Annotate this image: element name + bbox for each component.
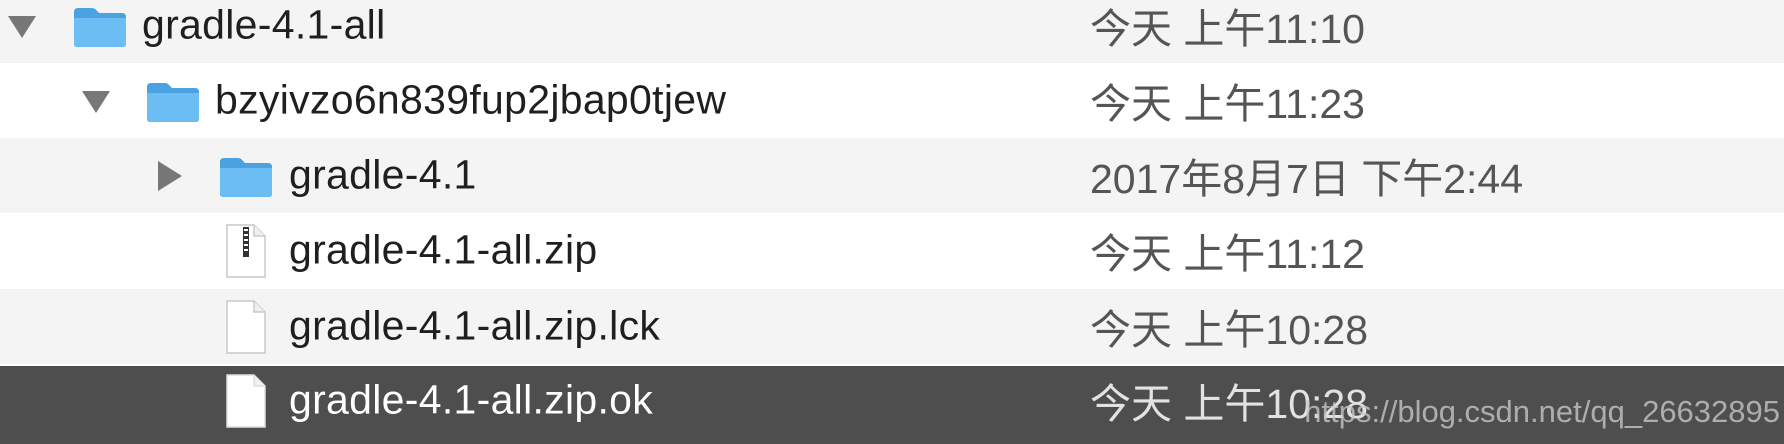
document-icon (226, 299, 266, 354)
document-icon (226, 374, 266, 428)
folder-icon (74, 7, 126, 47)
file-list: gradle-4.1-all 今天 上午11:10 bzyivzo6n839fu… (0, 0, 1784, 444)
row-name: gradle-4.1 (289, 151, 477, 198)
row-name: gradle-4.1-all (142, 1, 386, 48)
folder-icon (147, 82, 199, 122)
row-date: 2017年8月7日 下午2:44 (1090, 155, 1524, 202)
zip-file-icon (226, 223, 266, 278)
disclosure-expanded-icon[interactable] (82, 90, 110, 113)
row-name: gradle-4.1-all.zip (289, 226, 598, 273)
list-row-gradle-4.1[interactable]: gradle-4.1 2017年8月7日 下午2:44 (0, 138, 1784, 213)
row-date: 今天 上午11:12 (1090, 230, 1365, 277)
disclosure-collapsed-icon[interactable] (158, 160, 182, 191)
watermark-text: https://blog.csdn.net/qq_26632895 (1304, 394, 1780, 429)
list-row-bzyivzo6n839fup2jbap0tjew[interactable]: bzyivzo6n839fup2jbap0tjew 今天 上午11:23 (0, 63, 1784, 138)
disclosure-expanded-icon[interactable] (8, 15, 36, 38)
list-row-gradle-4.1-all-zip[interactable]: gradle-4.1-all.zip 今天 上午11:12 (0, 213, 1784, 288)
row-name: gradle-4.1-all.zip.ok (289, 376, 654, 423)
row-date: 今天 上午10:28 (1090, 306, 1368, 353)
row-date: 今天 上午11:23 (1090, 80, 1365, 127)
row-name: gradle-4.1-all.zip.lck (289, 302, 661, 349)
row-date: 今天 上午11:10 (1090, 5, 1365, 52)
list-row-gradle-4.1-all-zip-lck[interactable]: gradle-4.1-all.zip.lck 今天 上午10:28 (0, 289, 1784, 364)
row-name: bzyivzo6n839fup2jbap0tjew (215, 76, 727, 123)
folder-icon (220, 157, 272, 197)
list-row-gradle-4.1-all[interactable]: gradle-4.1-all 今天 上午11:10 (0, 0, 1784, 63)
